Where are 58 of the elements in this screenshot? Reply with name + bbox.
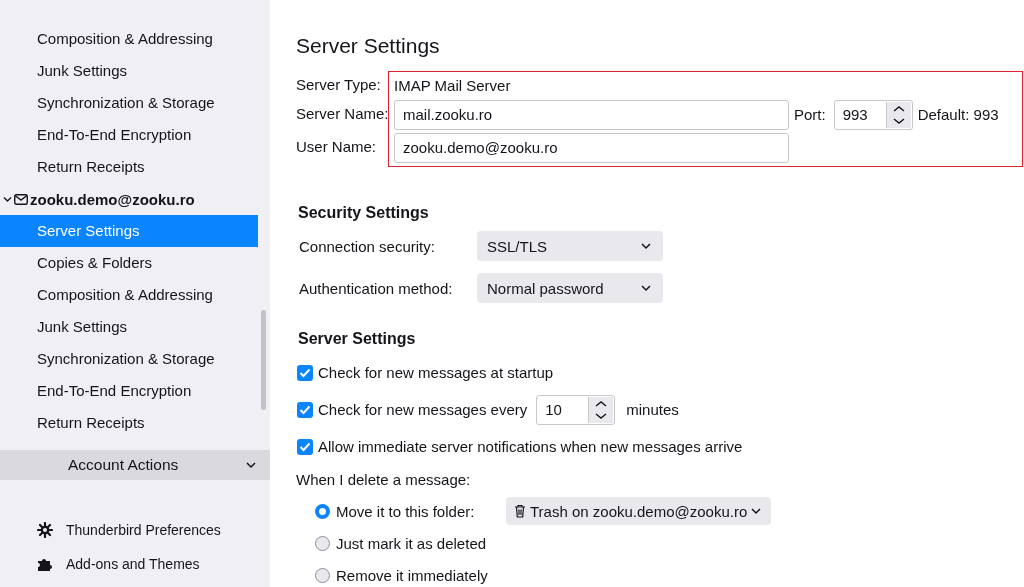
chevron-icon bbox=[641, 242, 651, 250]
sidebar-item[interactable]: Synchronization & Storage bbox=[0, 87, 258, 119]
account-name[interactable]: zooku.demo@zooku.ro bbox=[30, 190, 195, 208]
radio-label[interactable]: Move it to this folder: bbox=[336, 502, 500, 520]
page-title: Server Settings bbox=[296, 33, 441, 59]
server-type-value: IMAP Mail Server bbox=[394, 77, 511, 94]
input-field[interactable]: mail.zooku.ro bbox=[394, 99, 789, 130]
section-heading: Server Settings bbox=[297, 329, 417, 349]
radio-button[interactable] bbox=[315, 535, 330, 551]
chevron-icon bbox=[641, 284, 651, 292]
checkbox[interactable] bbox=[297, 438, 313, 455]
footer-link[interactable]: Thunderbird Preferences bbox=[66, 522, 221, 538]
sidebar-item[interactable]: Composition & Addressing bbox=[0, 23, 258, 55]
chevron-icon bbox=[246, 461, 256, 469]
radio-button[interactable] bbox=[315, 567, 330, 583]
chevron-icon[interactable] bbox=[3, 195, 12, 203]
trash-icon bbox=[514, 504, 526, 518]
gear-icon bbox=[37, 522, 53, 538]
number-spinner[interactable]: 993 bbox=[833, 99, 913, 130]
account-actions-button[interactable]: Account Actions bbox=[0, 450, 270, 480]
envelope-icon bbox=[14, 193, 28, 205]
field-label: Server Type: bbox=[296, 75, 382, 95]
field-label: Port: bbox=[794, 105, 826, 125]
radio-button[interactable] bbox=[315, 503, 330, 519]
sidebar-item[interactable]: Junk Settings bbox=[0, 55, 258, 87]
folder-dropdown[interactable]: Trash on zooku.demo@zooku.ro bbox=[506, 497, 772, 525]
puzzle-icon bbox=[37, 556, 53, 572]
sidebar-item[interactable]: Return Receipts bbox=[0, 407, 258, 439]
checkbox[interactable] bbox=[297, 364, 313, 381]
scrollbar-thumb[interactable] bbox=[261, 310, 266, 410]
sidebar-item[interactable]: Server Settings bbox=[0, 215, 258, 247]
sidebar-item[interactable]: End-To-End Encryption bbox=[0, 375, 258, 407]
number-spinner[interactable]: 10 bbox=[536, 394, 616, 425]
sidebar-item[interactable]: Return Receipts bbox=[0, 151, 258, 183]
radio-label[interactable]: Remove it immediately bbox=[336, 566, 488, 584]
dropdown[interactable]: Normal password bbox=[477, 273, 663, 303]
checkbox-label[interactable]: Check for new messages at startup bbox=[318, 364, 554, 381]
field-label: When I delete a message: bbox=[296, 470, 472, 490]
sidebar-item[interactable]: End-To-End Encryption bbox=[0, 119, 258, 151]
unit-label: minutes bbox=[626, 401, 679, 418]
field-label: Server Name: bbox=[296, 104, 388, 124]
sidebar-item[interactable]: Synchronization & Storage bbox=[0, 343, 258, 375]
dropdown[interactable]: SSL/TLS bbox=[477, 231, 663, 261]
chevron-icon bbox=[751, 507, 762, 515]
checkbox[interactable] bbox=[297, 401, 313, 418]
checkbox-label[interactable]: Check for new messages every bbox=[318, 401, 528, 418]
section-heading: Security Settings bbox=[297, 203, 430, 223]
sidebar-item[interactable]: Copies & Folders bbox=[0, 247, 258, 279]
field-label: User Name: bbox=[296, 137, 378, 157]
default-port-text: Default: 993 bbox=[917, 105, 999, 125]
footer-link[interactable]: Add-ons and Themes bbox=[66, 556, 200, 572]
sidebar-item[interactable]: Composition & Addressing bbox=[0, 279, 258, 311]
radio-label[interactable]: Just mark it as deleted bbox=[336, 534, 487, 552]
field-label: Authentication method: bbox=[299, 279, 454, 297]
input-field[interactable]: zooku.demo@zooku.ro bbox=[394, 132, 789, 163]
field-label: Connection security: bbox=[299, 237, 436, 255]
sidebar-item[interactable]: Junk Settings bbox=[0, 311, 258, 343]
checkbox-label[interactable]: Allow immediate server notifications when new messages arrive bbox=[318, 438, 743, 455]
